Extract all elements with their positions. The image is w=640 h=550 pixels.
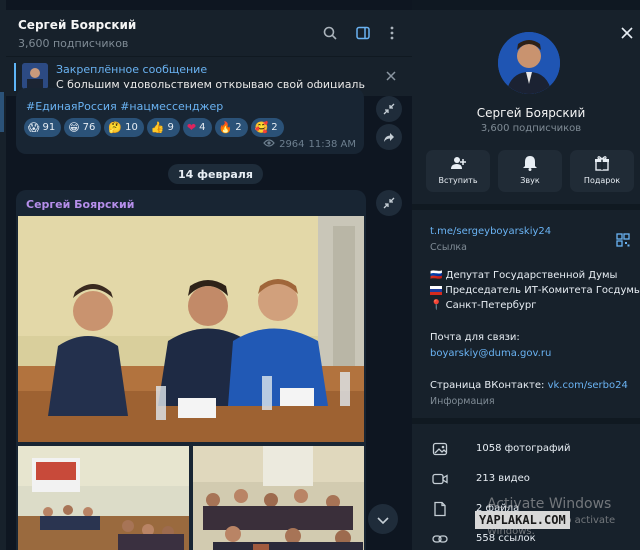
view-count: 2964 (279, 139, 305, 150)
channel-profile-panel: Сергей Боярский 3,600 подписчиков Вступи… (412, 0, 640, 550)
media-count: 1058 фотографий (476, 443, 571, 454)
gift-label: Подарок (583, 176, 621, 185)
bell-icon (498, 155, 562, 171)
reaction-emoji: 🔥 (218, 121, 233, 134)
reaction-emoji: 🤔 (108, 121, 123, 134)
search-icon[interactable] (320, 23, 340, 43)
flag-icon: 🇷🇺 (430, 270, 443, 281)
reaction-chip[interactable]: 🔥 2 (214, 118, 248, 137)
scroll-down-button[interactable] (368, 504, 398, 534)
profile-subscriber-count: 3,600 подписчиков (480, 123, 582, 134)
reaction-count: 76 (82, 122, 96, 133)
avatar[interactable] (498, 32, 560, 94)
vk-link[interactable]: vk.com/serbo24 (548, 380, 628, 391)
close-icon[interactable] (618, 24, 636, 42)
reaction-count: 10 (125, 122, 138, 133)
message-bubble[interactable]: #ЕдинаяРоссия #нацмессенджер 😱 91 😁 76 🤔 10… (16, 88, 364, 154)
bio-line: Председатель ИТ-Комитета Госдумы (430, 285, 640, 296)
reaction-count: 9 (167, 122, 174, 133)
sound-button[interactable]: Звук (498, 150, 562, 192)
pinned-thumbnail (22, 63, 48, 89)
reaction-chip[interactable]: 👍 9 (146, 118, 180, 137)
media-row-videos[interactable]: 213 видео (412, 464, 640, 494)
vk-line: Страница ВКонтакте: vk.com/serbo24 (430, 380, 628, 391)
message-time: 11:38 AM (308, 139, 356, 150)
bio-line: 📍 Санкт-Петербург (430, 300, 537, 311)
reaction-emoji: 🥰 (254, 121, 269, 134)
eye-icon (263, 139, 275, 150)
reaction-chip[interactable]: 😁 76 (64, 118, 102, 137)
expand-icon[interactable] (376, 96, 402, 122)
join-label: Вступить (438, 176, 478, 185)
video-icon (432, 471, 448, 487)
share-icon[interactable] (376, 124, 402, 150)
reaction-emoji: 😁 (68, 121, 80, 134)
sidebar-toggle-icon[interactable] (353, 23, 373, 43)
chat-title[interactable]: Сергей Боярский (18, 18, 136, 32)
email-link[interactable]: boyarskiy@duma.gov.ru (430, 348, 551, 359)
reaction-count: 2 (235, 122, 242, 133)
gift-button[interactable]: Подарок (570, 150, 634, 192)
close-pinned-icon[interactable] (382, 67, 400, 85)
pinned-label: Закреплённое сообщение (56, 63, 208, 76)
window-title-bar (412, 0, 640, 10)
reaction-count: 2 (271, 122, 278, 133)
selected-chat-indicator (0, 92, 4, 132)
reactions-row: 😱 91 😁 76 🤔 10 👍 9 ❤ 4 🔥 2 🥰 2 (24, 118, 284, 137)
link-icon (432, 531, 448, 547)
divider (412, 418, 640, 424)
windows-activation-watermark: Activate Windows (487, 496, 612, 512)
telegram-window: Сергей Боярский 3,600 подписчиков Закреп… (0, 0, 640, 550)
album-photo[interactable] (193, 446, 364, 550)
photo-icon (432, 441, 448, 457)
date-separator: 14 февраля (168, 164, 263, 184)
pin-icon: 📍 (430, 300, 443, 311)
email-label: Почта для связи: (430, 332, 520, 343)
chat-subscriber-count: 3,600 подписчиков (18, 37, 129, 50)
channel-info: t.me/sergeyboyarskiy24 Ссылка 🇷🇺 Депутат… (412, 204, 640, 418)
bio-line: 🇷🇺 Депутат Государственной Думы (430, 270, 618, 281)
sound-label: Звук (520, 176, 540, 185)
info-caption: Информация (430, 396, 495, 407)
chat-pane: Сергей Боярский 3,600 подписчиков Закреп… (6, 0, 412, 550)
media-row-photos[interactable]: 1058 фотографий (412, 434, 640, 464)
message-author[interactable]: Сергей Боярский (26, 198, 134, 211)
reaction-emoji: ❤ (186, 121, 197, 134)
join-button[interactable]: Вступить (426, 150, 490, 192)
reaction-chip[interactable]: ❤ 4 (182, 118, 212, 137)
profile-name: Сергей Боярский (476, 106, 586, 120)
chat-header[interactable]: Сергей Боярский 3,600 подписчиков (6, 10, 412, 56)
album-photo[interactable] (18, 446, 189, 550)
reaction-emoji: 👍 (150, 121, 165, 134)
message-meta: 2964 11:38 AM (263, 139, 356, 150)
link-caption: Ссылка (430, 242, 467, 253)
pinned-accent-bar (14, 63, 16, 91)
flag-icon (430, 285, 442, 295)
gift-icon (570, 155, 634, 171)
message-hashtags[interactable]: #ЕдинаяРоссия #нацмессенджер (26, 100, 223, 113)
expand-icon[interactable] (376, 190, 402, 216)
chevron-down-icon (377, 510, 389, 529)
qr-code-icon[interactable] (616, 232, 630, 247)
site-watermark: YAPLAKAL.COM (475, 511, 570, 529)
file-icon (432, 501, 448, 517)
reaction-chip[interactable]: 🤔 10 (104, 118, 144, 137)
channel-link[interactable]: t.me/sergeyboyarskiy24 (430, 226, 551, 237)
more-menu-icon[interactable] (382, 23, 402, 43)
reaction-chip[interactable]: 😱 91 (24, 118, 62, 137)
reaction-count: 91 (42, 122, 56, 133)
media-count: 213 видео (476, 473, 530, 484)
reaction-chip[interactable]: 🥰 2 (250, 118, 284, 137)
add-user-icon (426, 155, 490, 171)
photo-message-bubble[interactable]: Сергей Боярский (16, 190, 366, 550)
reaction-count: 4 (199, 122, 206, 133)
reaction-emoji: 😱 (28, 121, 40, 134)
album-photo-main[interactable] (18, 216, 364, 442)
